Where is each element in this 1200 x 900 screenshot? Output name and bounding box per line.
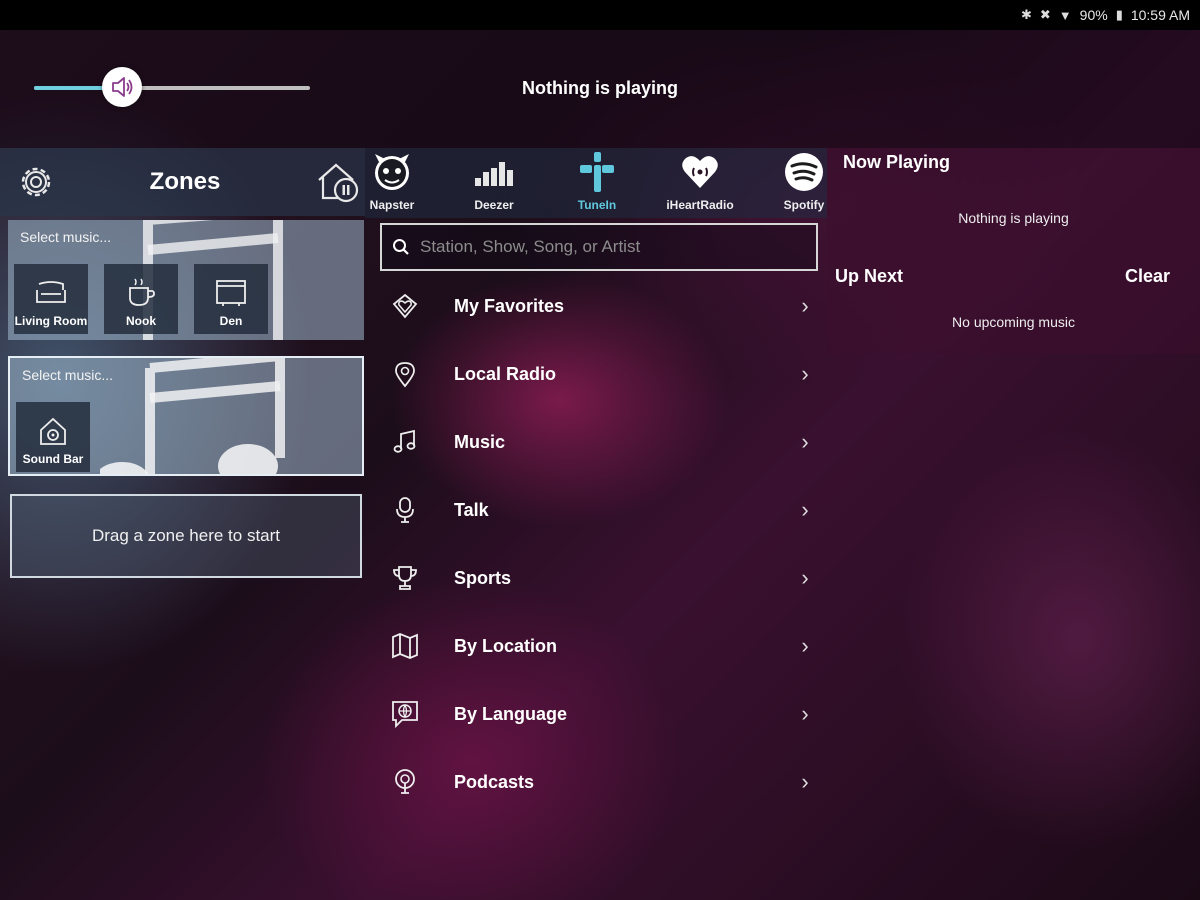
menu-item-music[interactable]: Music › xyxy=(380,412,820,472)
zone-label: Sound Bar xyxy=(22,452,84,466)
chevron-right-icon: › xyxy=(801,565,809,590)
tab-napster[interactable]: Napster xyxy=(365,148,437,218)
tab-label: Napster xyxy=(369,198,415,212)
clock: 10:59 AM xyxy=(1130,7,1190,23)
menu-label: Sports xyxy=(454,567,512,588)
battery-icon: ▮ xyxy=(1115,7,1123,22)
zone-label: Nook xyxy=(126,314,156,328)
sofa-icon xyxy=(36,281,66,303)
now-playing-status: Nothing is playing xyxy=(958,210,1069,226)
zone-tile-living-room[interactable]: Living Room xyxy=(14,264,88,334)
wifi-icon: ▼ xyxy=(1058,7,1072,23)
zone-group-2[interactable]: Select music... Sound Bar xyxy=(8,356,364,476)
zone-tile-sound-bar[interactable]: Sound Bar xyxy=(16,402,90,472)
trophy-icon xyxy=(393,566,417,590)
iheartradio-icon xyxy=(682,156,718,188)
speaker-house-icon xyxy=(40,417,66,445)
zone-group-1[interactable]: Select music... Living Room Nook Den xyxy=(8,220,364,340)
tab-label: TuneIn xyxy=(577,198,617,212)
zone-tile-nook[interactable]: Nook xyxy=(104,264,178,334)
menu-label: Podcasts xyxy=(454,771,535,792)
zones-header: Zones xyxy=(0,148,365,216)
tab-spotify[interactable]: Spotify xyxy=(759,148,827,218)
menu-label: By Language xyxy=(454,703,568,724)
search-input[interactable] xyxy=(420,237,816,257)
chevron-right-icon: › xyxy=(801,429,809,454)
menu-label: Local Radio xyxy=(454,363,557,384)
globe-chat-icon xyxy=(392,701,418,729)
menu-label: Talk xyxy=(454,499,489,520)
podcast-icon xyxy=(395,769,415,794)
drop-zone[interactable]: Drag a zone here to start xyxy=(10,494,362,578)
menu-item-by-location[interactable]: By Location › xyxy=(380,616,820,676)
chevron-right-icon: › xyxy=(801,497,809,522)
menu-item-local-radio[interactable]: Local Radio › xyxy=(380,344,820,404)
chevron-right-icon: › xyxy=(801,361,809,386)
heart-diamond-icon xyxy=(392,293,418,319)
select-music-label[interactable]: Select music... xyxy=(20,229,111,245)
chevron-right-icon: › xyxy=(801,769,809,794)
no-upcoming-text: No upcoming music xyxy=(952,314,1075,330)
now-playing-panel: Now Playing Nothing is playing Up Next C… xyxy=(827,148,1200,354)
tab-label: iHeartRadio xyxy=(666,198,734,212)
microphone-icon xyxy=(396,497,414,523)
now-playing-heading: Now Playing xyxy=(843,152,951,172)
menu-label: Music xyxy=(454,431,506,452)
player-bar: Nothing is playing xyxy=(0,30,1200,148)
now-playing-title: Nothing is playing xyxy=(522,78,678,98)
volume-knob[interactable] xyxy=(102,67,143,107)
tab-label: Spotify xyxy=(783,198,825,212)
gear-icon[interactable] xyxy=(16,162,56,202)
zone-label: Living Room xyxy=(14,314,88,328)
clear-button[interactable]: Clear xyxy=(1125,266,1170,287)
chevron-right-icon: › xyxy=(801,293,809,318)
search-box[interactable] xyxy=(380,223,818,271)
menu-label: By Location xyxy=(454,635,558,656)
menu-item-by-language[interactable]: By Language › xyxy=(380,684,820,744)
status-bar: ✱ ✖ ▼ 90% ▮ 10:59 AM xyxy=(0,0,1200,30)
menu-item-sports[interactable]: Sports › xyxy=(380,548,820,608)
menu-item-my-favorites[interactable]: My Favorites › xyxy=(380,276,820,336)
coffee-cup-icon xyxy=(129,278,155,306)
drop-zone-text: Drag a zone here to start xyxy=(91,526,281,545)
deezer-icon xyxy=(475,162,513,186)
chevron-right-icon: › xyxy=(801,701,809,726)
mute-icon: ✖ xyxy=(1039,7,1051,22)
napster-icon xyxy=(375,154,409,190)
map-icon xyxy=(392,633,418,659)
battery-level: 90% xyxy=(1079,7,1108,23)
menu-label: My Favorites xyxy=(454,295,565,316)
tab-label: Deezer xyxy=(474,198,514,212)
location-pin-icon xyxy=(395,362,415,388)
bluetooth-icon: ✱ xyxy=(1020,7,1032,22)
music-note-icon xyxy=(393,429,416,453)
tv-icon xyxy=(216,280,246,306)
music-note-watermark xyxy=(100,358,285,474)
tunein-icon xyxy=(580,152,614,192)
menu-item-podcasts[interactable]: Podcasts › xyxy=(380,752,820,812)
chevron-right-icon: › xyxy=(801,633,809,658)
service-tabs: Napster Deezer TuneIn iHeartRadio Spotif… xyxy=(365,148,827,218)
tab-tunein[interactable]: TuneIn xyxy=(552,148,642,218)
tab-iheartradio[interactable]: iHeartRadio xyxy=(655,148,745,218)
spotify-icon xyxy=(785,153,823,191)
speaker-icon xyxy=(112,77,133,97)
zone-label: Den xyxy=(219,314,243,328)
volume-slider[interactable] xyxy=(34,86,310,90)
menu-item-talk[interactable]: Talk › xyxy=(380,480,820,540)
tab-deezer[interactable]: Deezer xyxy=(449,148,539,218)
select-music-label[interactable]: Select music... xyxy=(22,367,113,383)
search-icon xyxy=(393,239,409,255)
home-pause-icon[interactable] xyxy=(314,158,362,206)
zones-title: Zones xyxy=(149,168,221,195)
up-next-heading: Up Next xyxy=(835,266,904,286)
zone-tile-den[interactable]: Den xyxy=(194,264,268,334)
